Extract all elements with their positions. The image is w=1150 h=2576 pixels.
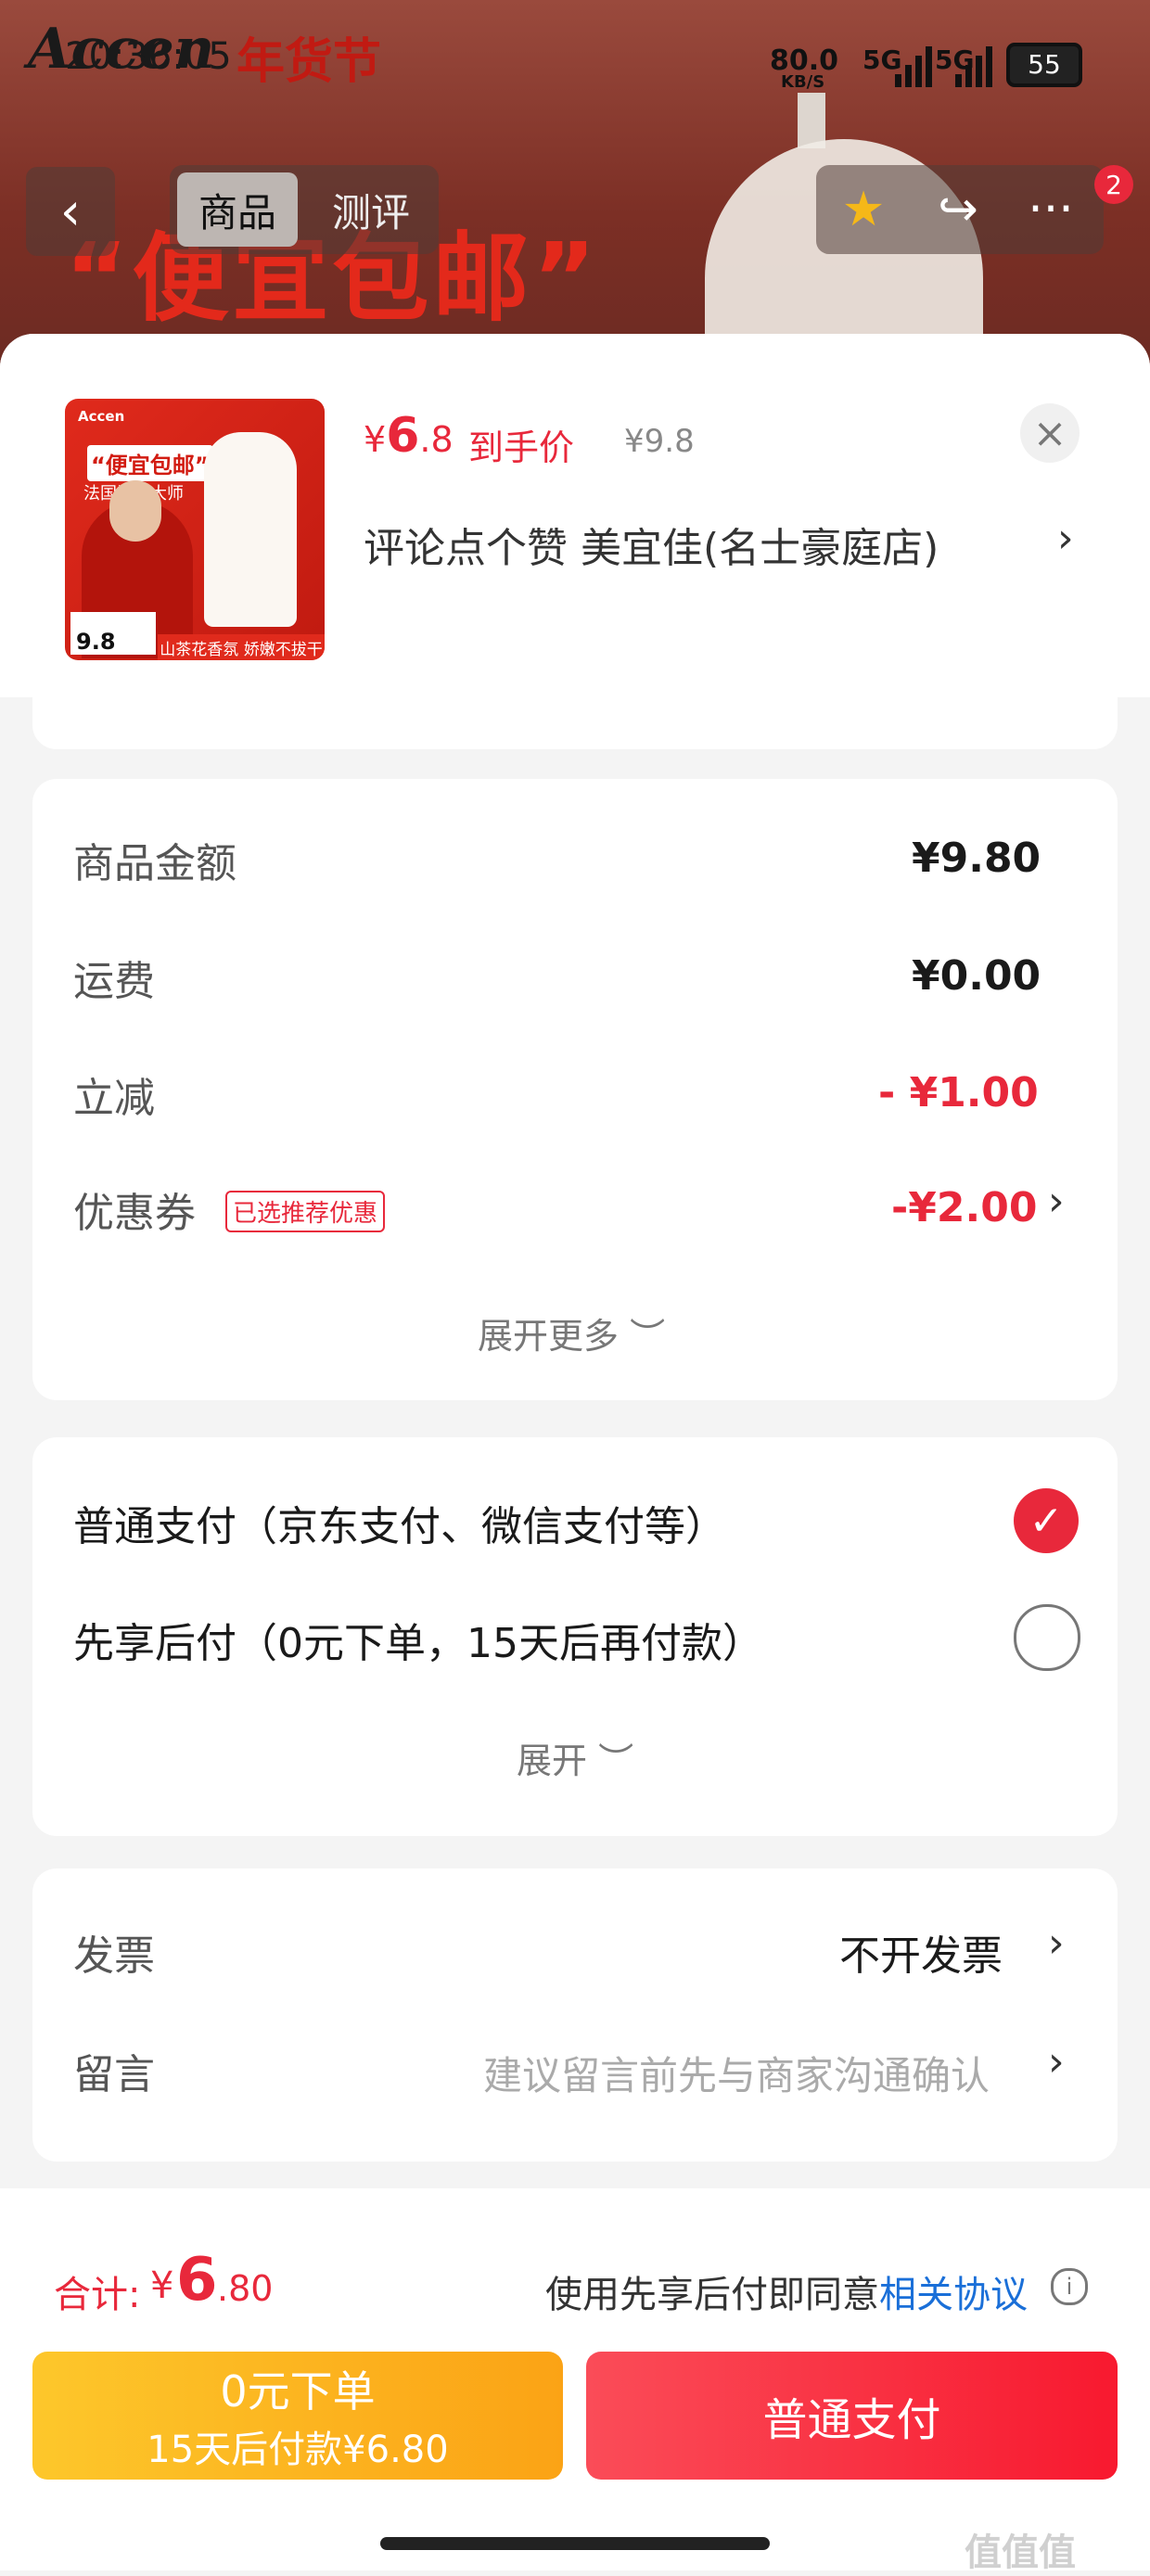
checkout-sheet: Accen “便宜包邮” 法国调香大师 9.8 山茶花香氛 娇嫩不拔干 ¥6.8… <box>0 334 1150 2570</box>
product-thumbnail[interactable]: Accen “便宜包邮” 法国调香大师 9.8 山茶花香氛 娇嫩不拔干 <box>65 399 325 660</box>
shipping-label: 运费 <box>73 958 155 1005</box>
top-actions: ★ ↪ ··· <box>816 165 1104 254</box>
chevron-left-icon: ‹ <box>59 181 82 242</box>
tab-goods[interactable]: 商品 <box>177 172 298 247</box>
notification-badge: 2 <box>1094 165 1133 204</box>
checkout-bar: 合计: ¥ 6 .80 使用先享后付即同意相关协议 i 0元下单 15天后付款¥… <box>0 2188 1150 2570</box>
festival-logo: 年货节 <box>236 33 382 90</box>
deal-price: ¥6.8 <box>364 408 454 464</box>
chevron-right-icon[interactable]: › <box>1057 515 1074 562</box>
message-input[interactable]: 建议留言前先与商家沟通确认 <box>483 2045 990 2101</box>
close-button[interactable]: × <box>1020 403 1080 463</box>
original-price: ¥9.8 <box>624 423 695 460</box>
info-icon[interactable]: i <box>1051 2268 1088 2305</box>
pay-later-button[interactable]: 0元下单 15天后付款¥6.80 <box>32 2352 563 2480</box>
thumb-brand: Accen <box>78 408 125 425</box>
payment-option-later[interactable]: 先享后付（0元下单，15天后再付款） <box>73 1610 763 1669</box>
invoice-value[interactable]: 不开发票 <box>839 1922 1003 1982</box>
deal-price-label: 到手价 <box>468 427 575 468</box>
more-icon[interactable]: ··· <box>1009 172 1092 247</box>
normal-pay-button[interactable]: 普通支付 <box>586 2352 1118 2480</box>
agreement-text: 使用先享后付即同意相关协议 <box>545 2274 1028 2316</box>
model-face <box>109 480 161 542</box>
pay-later-line2: 15天后付款¥6.80 <box>147 2429 449 2471</box>
thumb-price: 9.8 <box>70 612 156 655</box>
status-clock: 20:36:05 <box>65 35 232 78</box>
expand-more-button[interactable]: 展开更多 ︶ <box>478 1307 665 1358</box>
share-icon[interactable]: ↪ <box>916 172 1000 247</box>
invoice-card: 发票 不开发票 › 留言 建议留言前先与商家沟通确认 › <box>32 1868 1118 2162</box>
coupon-label: 优惠券 <box>73 1190 196 1237</box>
amount-card: 商品金额 ¥9.80 运费 ¥0.00 立减 - ¥1.00 优惠券 已选推荐优… <box>32 779 1118 1400</box>
thumb-slogan: “便宜包邮” <box>87 445 213 481</box>
chevron-right-icon[interactable]: › <box>1048 2038 1065 2085</box>
coupon-value[interactable]: -¥2.00 <box>891 1184 1037 1231</box>
expand-button[interactable]: 展开 ︶ <box>517 1732 633 1783</box>
radio-unselected-icon[interactable] <box>1014 1604 1080 1671</box>
close-icon: × <box>1032 409 1067 457</box>
signal-bars-icon <box>895 46 932 91</box>
chevron-right-icon[interactable]: › <box>1048 1919 1065 1967</box>
coupon-tag: 已选推荐优惠 <box>225 1191 386 1232</box>
thumb-bottle <box>204 432 297 627</box>
battery-icon: 55 <box>1006 43 1082 87</box>
total-label: 合计: <box>54 2274 141 2316</box>
total-decimal: .80 <box>217 2268 274 2309</box>
shipping-value: ¥0.00 <box>912 952 1041 1000</box>
favorite-star-icon[interactable]: ★ <box>822 172 905 247</box>
goods-amount-value: ¥9.80 <box>912 835 1041 882</box>
message-label: 留言 <box>73 2051 155 2098</box>
payment-card: 普通支付（京东支付、微信支付等） ✓ 先享后付（0元下单，15天后再付款） 展开… <box>32 1437 1118 1836</box>
payment-option-normal[interactable]: 普通支付（京东支付、微信支付等） <box>73 1493 726 1552</box>
signal-bars-icon <box>955 46 992 91</box>
back-button[interactable]: ‹ <box>26 167 115 256</box>
pay-later-line1: 0元下单 <box>220 2366 376 2417</box>
total-integer: 6 <box>176 2246 218 2315</box>
address-card-bottom <box>32 697 1118 749</box>
check-selected-icon[interactable]: ✓ <box>1014 1488 1079 1553</box>
thumb-strip: 山茶花香氛 娇嫩不拔干 <box>158 634 325 660</box>
agreement-link[interactable]: 相关协议 <box>879 2274 1028 2316</box>
chevron-right-icon[interactable]: › <box>1048 1178 1065 1225</box>
watermark: 值值值 <box>965 2531 1076 2574</box>
invoice-label: 发票 <box>73 1932 155 1980</box>
network-speed-unit: KB/S <box>781 72 825 92</box>
total-currency: ¥ <box>150 2264 174 2307</box>
discount-value: - ¥1.00 <box>878 1069 1039 1116</box>
discount-label: 立减 <box>73 1075 155 1122</box>
product-tabs: 商品 测评 <box>170 165 439 254</box>
home-indicator[interactable] <box>380 2537 770 2550</box>
product-summary: Accen “便宜包邮” 法国调香大师 9.8 山茶花香氛 娇嫩不拔干 ¥6.8… <box>0 334 1150 697</box>
tab-review[interactable]: 测评 <box>311 172 431 247</box>
goods-amount-label: 商品金额 <box>73 840 236 887</box>
shop-name[interactable]: 评论点个赞 美宜佳(名士豪庭店) <box>364 515 939 574</box>
